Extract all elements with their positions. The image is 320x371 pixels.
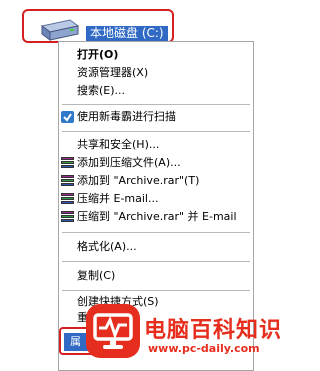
watermark-url: www.pc-daily.com xyxy=(148,342,260,355)
watermark-title: 电脑百科知识 xyxy=(144,318,283,343)
winrar-icon xyxy=(61,193,74,205)
winrar-icon xyxy=(61,175,74,187)
menu-item-label: 格式化(A)... xyxy=(77,240,137,253)
winrar-icon xyxy=(61,157,74,169)
menu-separator xyxy=(62,232,250,233)
menu-item-open[interactable]: 打开(O) xyxy=(59,46,253,64)
menu-item-label: 压缩到 "Archive.rar" 并 E-mail xyxy=(77,210,237,223)
winrar-icon xyxy=(61,211,74,223)
menu-separator xyxy=(62,131,250,132)
menu-item-format[interactable]: 格式化(A)... xyxy=(59,238,253,256)
watermark-logo xyxy=(86,304,140,358)
menu-item-label: 使用新毒霸进行扫描 xyxy=(77,110,176,123)
menu-item-label: 添加到压缩文件(A)... xyxy=(77,156,181,169)
antivirus-shield-icon xyxy=(61,111,74,123)
menu-item-compress-email[interactable]: 压缩并 E-mail... xyxy=(59,190,253,208)
menu-item-copy[interactable]: 复制(C) xyxy=(59,267,253,285)
menu-item-label: 属 xyxy=(70,335,81,348)
menu-item-share[interactable]: 共享和安全(H)... xyxy=(59,136,253,154)
menu-item-add-rar[interactable]: 添加到 "Archive.rar"(T) xyxy=(59,172,253,190)
hard-drive-icon xyxy=(40,19,80,41)
menu-item-scan[interactable]: 使用新毒霸进行扫描 xyxy=(59,108,253,126)
menu-item-label: 打开(O) xyxy=(77,48,119,61)
menu-separator xyxy=(62,104,250,105)
menu-item-label: 搜索(E)... xyxy=(77,84,126,97)
monitor-pulse-icon xyxy=(93,313,133,349)
menu-item-search[interactable]: 搜索(E)... xyxy=(59,82,253,100)
menu-item-compress-rar-email[interactable]: 压缩到 "Archive.rar" 并 E-mail xyxy=(59,208,253,226)
menu-item-explorer[interactable]: 资源管理器(X) xyxy=(59,64,253,82)
menu-item-label: 添加到 "Archive.rar"(T) xyxy=(77,174,200,187)
menu-item-label: 压缩并 E-mail... xyxy=(77,192,159,205)
menu-item-add-archive[interactable]: 添加到压缩文件(A)... xyxy=(59,154,253,172)
drive-c-item[interactable]: 本地磁盘 (C:) xyxy=(22,9,174,43)
drive-label: 本地磁盘 (C:) xyxy=(86,26,168,41)
menu-item-label: 共享和安全(H)... xyxy=(77,138,160,151)
menu-item-label: 复制(C) xyxy=(77,269,116,282)
menu-separator xyxy=(62,290,250,291)
menu-separator xyxy=(62,261,250,262)
menu-item-label: 资源管理器(X) xyxy=(77,66,149,79)
